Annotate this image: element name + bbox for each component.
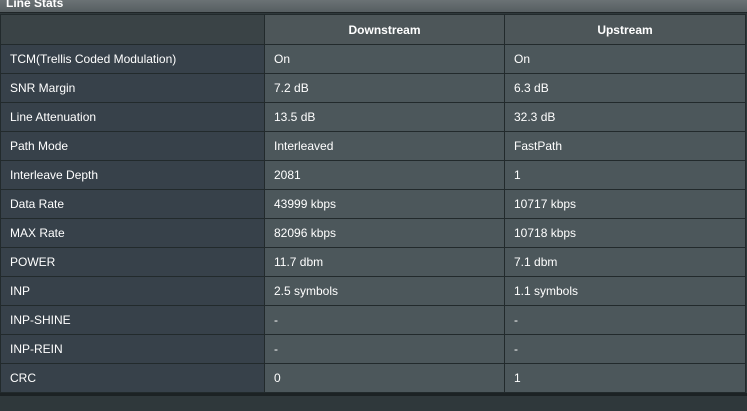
downstream-value: 2.5 symbols bbox=[264, 276, 505, 306]
upstream-value: 1 bbox=[504, 363, 746, 393]
header-upstream: Upstream bbox=[504, 14, 746, 45]
upstream-value: FastPath bbox=[504, 131, 746, 161]
downstream-value: - bbox=[264, 334, 505, 364]
row-label: INP bbox=[0, 276, 265, 306]
table-row: INP-REIN - - bbox=[0, 334, 746, 364]
upstream-value: 6.3 dB bbox=[504, 73, 746, 103]
upstream-value: On bbox=[504, 44, 746, 74]
header-corner-cell bbox=[0, 14, 265, 45]
upstream-value: 1 bbox=[504, 160, 746, 190]
table-row: Interleave Depth 2081 1 bbox=[0, 160, 746, 190]
table-row: SNR Margin 7.2 dB 6.3 dB bbox=[0, 73, 746, 103]
upstream-value: 7.1 dbm bbox=[504, 247, 746, 277]
row-label: Line Attenuation bbox=[0, 102, 265, 132]
upstream-value: - bbox=[504, 305, 746, 335]
upstream-value: 1.1 symbols bbox=[504, 276, 746, 306]
upstream-value: 10718 kbps bbox=[504, 218, 746, 248]
row-label: Data Rate bbox=[0, 189, 265, 219]
table-row: Line Attenuation 13.5 dB 32.3 dB bbox=[0, 102, 746, 132]
row-label: INP-REIN bbox=[0, 334, 265, 364]
table-row: TCM(Trellis Coded Modulation) On On bbox=[0, 44, 746, 74]
upstream-value: 32.3 dB bbox=[504, 102, 746, 132]
downstream-value: 13.5 dB bbox=[264, 102, 505, 132]
upstream-value: - bbox=[504, 334, 746, 364]
downstream-value: 43999 kbps bbox=[264, 189, 505, 219]
downstream-value: 11.7 dbm bbox=[264, 247, 505, 277]
header-downstream: Downstream bbox=[264, 14, 505, 45]
line-stats-table: Downstream Upstream TCM(Trellis Coded Mo… bbox=[0, 14, 746, 393]
table-row: INP-SHINE - - bbox=[0, 305, 746, 335]
table-header-row: Downstream Upstream bbox=[0, 14, 746, 45]
table-row: Data Rate 43999 kbps 10717 kbps bbox=[0, 189, 746, 219]
table-row: INP 2.5 symbols 1.1 symbols bbox=[0, 276, 746, 306]
downstream-value: 0 bbox=[264, 363, 505, 393]
downstream-value: 82096 kbps bbox=[264, 218, 505, 248]
line-stats-panel: Line Stats Downstream Upstream TCM(Trell… bbox=[0, 0, 747, 411]
row-label: TCM(Trellis Coded Modulation) bbox=[0, 44, 265, 74]
table-row: MAX Rate 82096 kbps 10718 kbps bbox=[0, 218, 746, 248]
row-label: POWER bbox=[0, 247, 265, 277]
table-row: CRC 0 1 bbox=[0, 363, 746, 393]
row-label: CRC bbox=[0, 363, 265, 393]
upstream-value: 10717 kbps bbox=[504, 189, 746, 219]
row-label: SNR Margin bbox=[0, 73, 265, 103]
downstream-value: - bbox=[264, 305, 505, 335]
row-label: Path Mode bbox=[0, 131, 265, 161]
downstream-value: 2081 bbox=[264, 160, 505, 190]
table-row: POWER 11.7 dbm 7.1 dbm bbox=[0, 247, 746, 277]
row-label: INP-SHINE bbox=[0, 305, 265, 335]
panel-title: Line Stats bbox=[0, 0, 747, 13]
table-bottom-edge bbox=[0, 393, 747, 396]
table-row: Path Mode Interleaved FastPath bbox=[0, 131, 746, 161]
downstream-value: Interleaved bbox=[264, 131, 505, 161]
row-label: MAX Rate bbox=[0, 218, 265, 248]
downstream-value: On bbox=[264, 44, 505, 74]
downstream-value: 7.2 dB bbox=[264, 73, 505, 103]
row-label: Interleave Depth bbox=[0, 160, 265, 190]
